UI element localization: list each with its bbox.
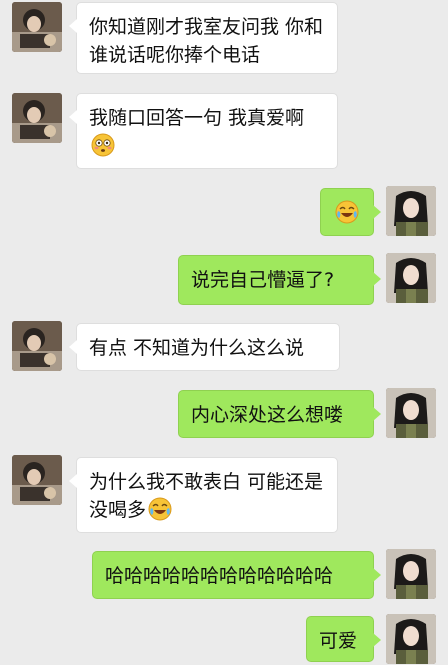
contact-avatar[interactable] <box>12 2 62 52</box>
user-avatar[interactable] <box>386 388 436 438</box>
flushed-face-emoji-icon <box>91 133 115 157</box>
contact-avatar[interactable] <box>12 93 62 143</box>
message-text: 为什么我不敢表白 可能还是没喝多 <box>89 471 324 521</box>
tears-of-joy-emoji-icon <box>335 200 359 224</box>
incoming-message[interactable]: 你知道刚才我室友问我 你和谁说话呢你捧个电话 <box>69 2 338 74</box>
message-text: 可爱 <box>319 630 358 652</box>
user-avatar[interactable] <box>386 186 436 236</box>
message-text: 我随口回答一句 我真爱啊 <box>89 107 305 129</box>
chat-window: 你知道刚才我室友问我 你和谁说话呢你捧个电话 我随口回答一句 我真爱啊 说完自己… <box>0 0 448 665</box>
user-avatar[interactable] <box>386 549 436 599</box>
outgoing-message[interactable]: 可爱 <box>306 616 381 662</box>
user-avatar[interactable] <box>386 253 436 303</box>
outgoing-message[interactable]: 内心深处这么想喽 <box>178 390 381 438</box>
message-text: 有点 不知道为什么这么说 <box>89 337 305 359</box>
message-text: 说完自己懵逼了? <box>191 269 335 291</box>
contact-avatar[interactable] <box>12 321 62 371</box>
incoming-message[interactable]: 有点 不知道为什么这么说 <box>69 323 340 371</box>
outgoing-message[interactable] <box>320 188 381 236</box>
outgoing-message[interactable]: 哈哈哈哈哈哈哈哈哈哈哈哈 <box>92 551 381 599</box>
user-avatar[interactable] <box>386 614 436 664</box>
incoming-message[interactable]: 为什么我不敢表白 可能还是没喝多 <box>69 457 338 533</box>
outgoing-message[interactable]: 说完自己懵逼了? <box>178 255 381 305</box>
message-text: 你知道刚才我室友问我 你和谁说话呢你捧个电话 <box>89 16 324 66</box>
message-text: 内心深处这么想喽 <box>191 404 344 426</box>
incoming-message[interactable]: 我随口回答一句 我真爱啊 <box>69 93 338 169</box>
tears-of-joy-emoji-icon <box>148 497 172 521</box>
message-text: 哈哈哈哈哈哈哈哈哈哈哈哈 <box>105 565 334 587</box>
contact-avatar[interactable] <box>12 455 62 505</box>
